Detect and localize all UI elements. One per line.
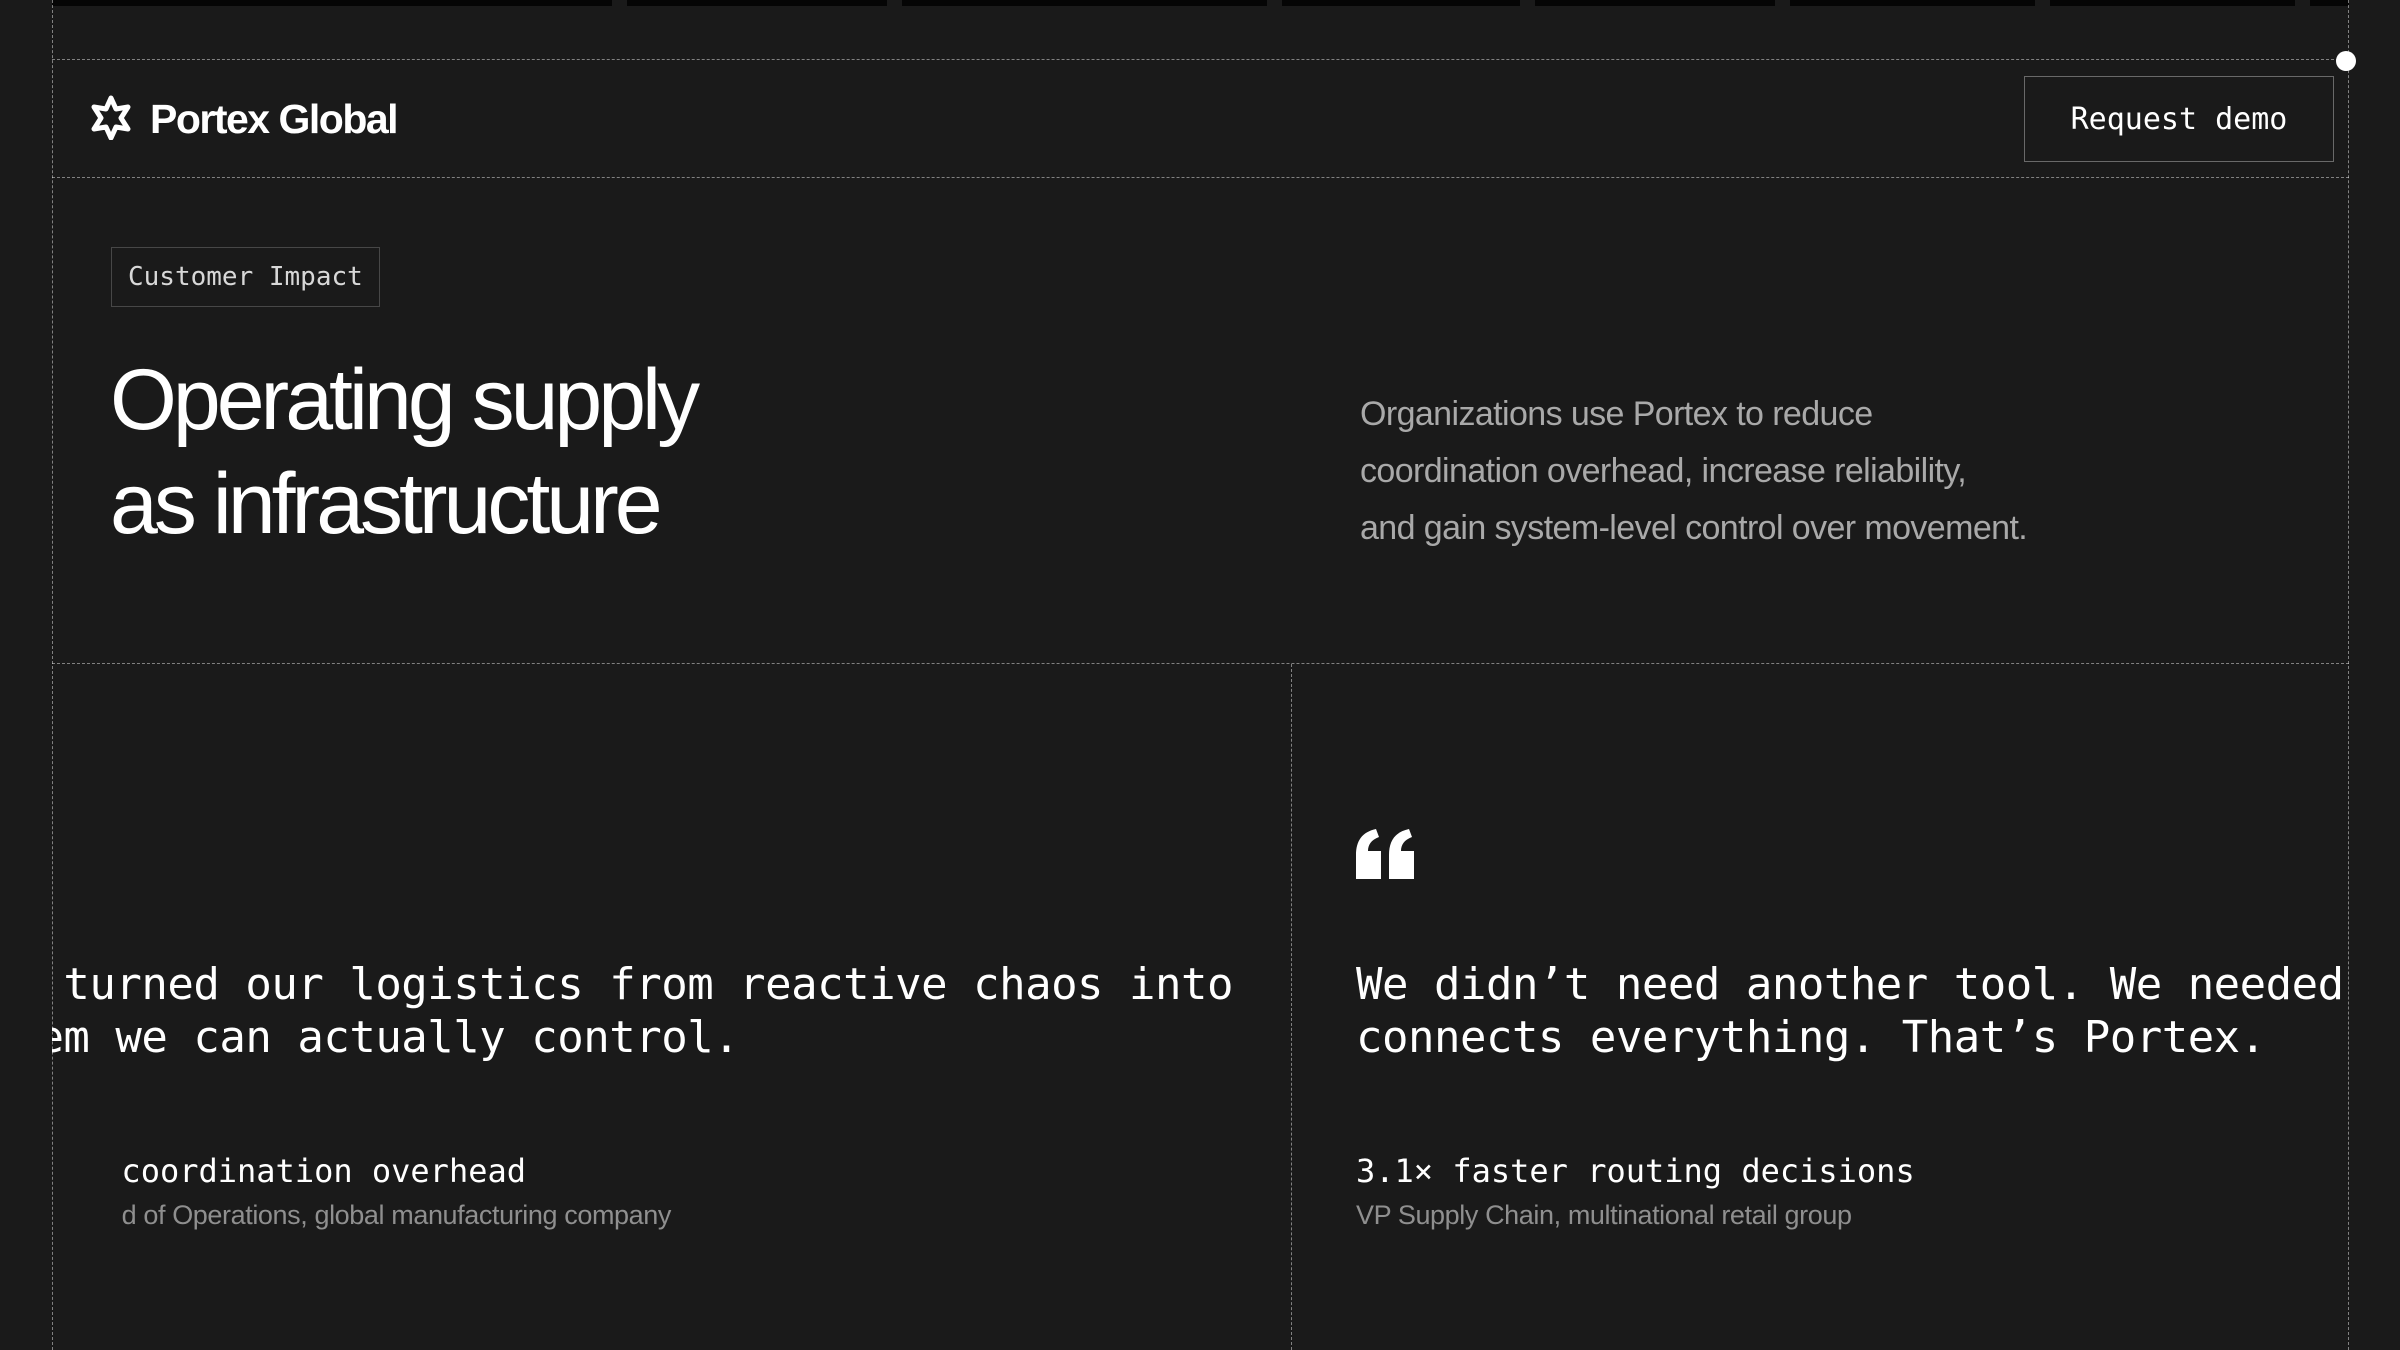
corner-dot-handle xyxy=(2336,51,2356,71)
testimonial-quote: rtex turned our logistics from reactive … xyxy=(52,958,1233,1064)
hero-title-line: Operating supply xyxy=(110,352,700,448)
site-header: Portex Global Request demo xyxy=(52,60,2349,178)
testimonial-metric: coordination overhead xyxy=(121,1152,526,1190)
testimonials-carousel: rtex turned our logistics from reactive … xyxy=(52,664,2349,1350)
testimonial-attribution: d of Operations, global manufacturing co… xyxy=(121,1200,672,1230)
hero-description: Organizations use Portex to reduce coord… xyxy=(1360,386,2140,557)
hero-title-line: as infrastructure xyxy=(110,456,663,552)
hero-description-line: Organizations use Portex to reduce xyxy=(1360,395,1873,433)
quote-line: connects everything. That’s Portex. xyxy=(1356,1012,2266,1063)
request-demo-button[interactable]: Request demo xyxy=(2024,76,2334,162)
hero-title: Operating supply as infrastructure xyxy=(110,348,870,556)
hero-description-line: coordination overhead, increase reliabil… xyxy=(1360,452,1967,490)
section-badge: Customer Impact xyxy=(111,247,380,307)
hero-section: Customer Impact Operating supply as infr… xyxy=(52,178,2349,664)
quote-line: rtex turned our logistics from reactive … xyxy=(52,959,1233,1010)
quote-line: system we can actually control. xyxy=(52,1012,740,1063)
quote-icon xyxy=(1356,829,1414,879)
starburst-logo-icon xyxy=(88,94,134,145)
brand-name: Portex Global xyxy=(150,96,399,142)
quote-line: We didn’t need another tool. We needed a… xyxy=(1356,959,2349,1010)
hero-description-line: and gain system-level control over movem… xyxy=(1360,509,2028,547)
testimonial-quote: We didn’t need another tool. We needed a… xyxy=(1356,958,2349,1064)
testimonial-metric: 3.1× faster routing decisions xyxy=(1356,1152,1915,1190)
brand-link[interactable]: Portex Global xyxy=(88,94,399,145)
testimonial-attribution: VP Supply Chain, multinational retail gr… xyxy=(1356,1200,1852,1230)
testimonial-card: We didn’t need another tool. We needed a… xyxy=(1292,664,2349,1350)
testimonial-card: rtex turned our logistics from reactive … xyxy=(52,664,1292,1350)
